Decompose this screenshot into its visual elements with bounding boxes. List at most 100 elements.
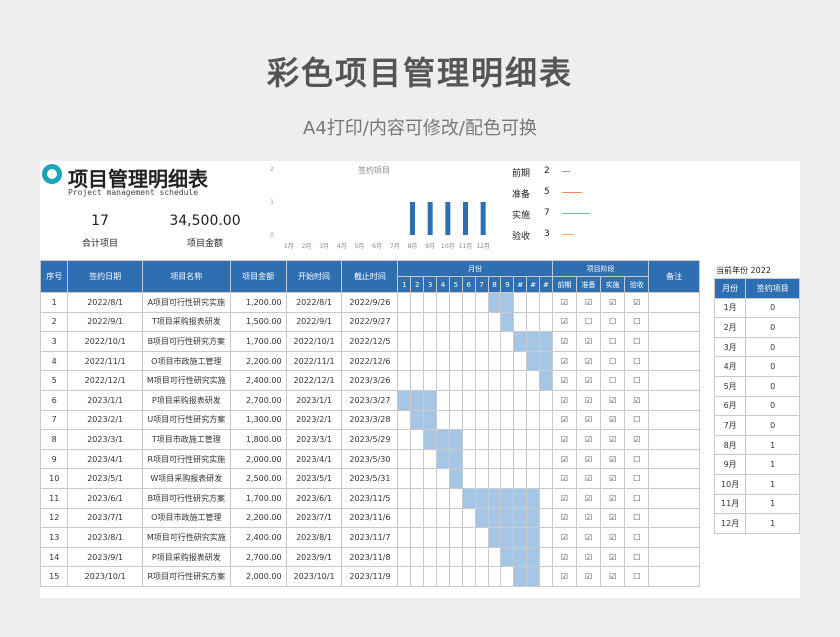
month-cell[interactable]	[513, 311, 528, 333]
unchecked-box-icon[interactable]: ☐	[600, 331, 626, 352]
side-month-cell[interactable]: 4月	[713, 356, 747, 377]
cell-project-name[interactable]: W项目采购报表研发	[141, 468, 231, 489]
month-cell[interactable]	[410, 350, 425, 372]
side-month-cell[interactable]: 6月	[713, 395, 747, 417]
cell-index[interactable]: 8	[40, 429, 69, 450]
month-cell[interactable]	[474, 389, 489, 411]
cell-amount[interactable]: 1,500.00	[229, 311, 287, 333]
checked-box-icon[interactable]: ☑	[551, 468, 578, 489]
cell-amount[interactable]: 2,400.00	[229, 527, 287, 548]
side-count-cell[interactable]: 1	[745, 513, 800, 534]
cell-project-name[interactable]: R项目可行性研究实施	[141, 448, 231, 470]
cell-end[interactable]: 2023/5/29	[341, 429, 399, 450]
month-cell[interactable]	[436, 527, 450, 548]
side-count-cell[interactable]: 0	[745, 415, 800, 436]
cell-amount[interactable]: 1,800.00	[229, 429, 287, 450]
cell-remark[interactable]	[648, 370, 700, 391]
month-cell[interactable]	[436, 292, 450, 313]
cell-remark[interactable]	[648, 292, 700, 313]
month-cell[interactable]	[513, 566, 528, 587]
month-cell[interactable]	[410, 389, 425, 411]
cell-project-name[interactable]: R项目可行性研究方案	[141, 566, 231, 587]
checked-box-icon[interactable]: ☑	[600, 389, 626, 411]
month-cell[interactable]	[474, 507, 489, 529]
cell-amount[interactable]: 2,000.00	[229, 448, 287, 470]
cell-remark[interactable]	[648, 507, 700, 529]
month-cell[interactable]	[448, 370, 463, 391]
side-count-cell[interactable]: 1	[745, 493, 800, 515]
month-cell[interactable]	[397, 448, 412, 470]
month-cell[interactable]	[448, 429, 463, 450]
cell-start[interactable]: 2023/4/1	[285, 448, 343, 470]
cell-index[interactable]: 4	[40, 350, 69, 372]
cell-sign-date[interactable]: 2023/10/1	[67, 566, 143, 587]
month-cell[interactable]	[487, 546, 502, 568]
month-cell[interactable]	[500, 448, 515, 470]
month-cell[interactable]	[436, 409, 450, 431]
month-cell[interactable]	[423, 448, 438, 470]
checked-box-icon[interactable]: ☑	[600, 566, 626, 587]
month-cell[interactable]	[487, 389, 502, 411]
month-cell[interactable]	[526, 468, 541, 489]
side-month-cell[interactable]: 9月	[713, 454, 747, 475]
cell-sign-date[interactable]: 2023/8/1	[67, 527, 143, 548]
cell-end[interactable]: 2023/11/5	[341, 487, 399, 509]
month-cell[interactable]	[448, 527, 463, 548]
cell-start[interactable]: 2022/12/1	[285, 370, 343, 391]
month-cell[interactable]	[526, 566, 541, 587]
checked-box-icon[interactable]: ☑	[575, 527, 602, 548]
month-cell[interactable]	[436, 429, 450, 450]
month-cell[interactable]	[539, 546, 553, 568]
side-count-cell[interactable]: 0	[745, 297, 800, 319]
cell-sign-date[interactable]: 2022/11/1	[67, 350, 143, 372]
checked-box-icon[interactable]: ☑	[551, 389, 578, 411]
month-cell[interactable]	[526, 409, 541, 431]
month-cell[interactable]	[526, 487, 541, 509]
month-cell[interactable]	[474, 546, 489, 568]
checked-box-icon[interactable]: ☑	[600, 468, 626, 489]
month-cell[interactable]	[448, 331, 463, 352]
unchecked-box-icon[interactable]: ☐	[624, 331, 650, 352]
cell-index[interactable]: 15	[40, 566, 69, 587]
month-cell[interactable]	[487, 331, 502, 352]
cell-end[interactable]: 2023/11/9	[341, 566, 399, 587]
month-cell[interactable]	[500, 429, 515, 450]
month-cell[interactable]	[539, 292, 553, 313]
unchecked-box-icon[interactable]: ☐	[575, 311, 602, 333]
cell-remark[interactable]	[648, 448, 700, 470]
checked-box-icon[interactable]: ☑	[551, 487, 578, 509]
checked-box-icon[interactable]: ☑	[600, 448, 626, 470]
cell-sign-date[interactable]: 2023/9/1	[67, 546, 143, 568]
month-cell[interactable]	[474, 409, 489, 431]
month-cell[interactable]	[397, 311, 412, 333]
month-cell[interactable]	[461, 292, 476, 313]
cell-amount[interactable]: 2,500.00	[229, 468, 287, 489]
month-cell[interactable]	[397, 566, 412, 587]
unchecked-box-icon[interactable]: ☐	[600, 370, 626, 391]
cell-project-name[interactable]: T项目采购报表研发	[141, 311, 231, 333]
cell-index[interactable]: 7	[40, 409, 69, 431]
month-cell[interactable]	[461, 409, 476, 431]
month-cell[interactable]	[397, 546, 412, 568]
checked-box-icon[interactable]: ☑	[551, 370, 578, 391]
cell-start[interactable]: 2023/10/1	[285, 566, 343, 587]
cell-start[interactable]: 2022/11/1	[285, 350, 343, 372]
cell-index[interactable]: 10	[40, 468, 69, 489]
month-cell[interactable]	[397, 331, 412, 352]
cell-amount[interactable]: 2,700.00	[229, 546, 287, 568]
month-cell[interactable]	[474, 429, 489, 450]
checked-box-icon[interactable]: ☑	[575, 448, 602, 470]
month-cell[interactable]	[397, 370, 412, 391]
cell-sign-date[interactable]: 2023/7/1	[67, 507, 143, 529]
month-cell[interactable]	[513, 429, 528, 450]
cell-start[interactable]: 2023/6/1	[285, 487, 343, 509]
month-cell[interactable]	[423, 546, 438, 568]
month-cell[interactable]	[539, 566, 553, 587]
month-cell[interactable]	[410, 409, 425, 431]
cell-sign-date[interactable]: 2023/5/1	[67, 468, 143, 489]
cell-start[interactable]: 2023/8/1	[285, 527, 343, 548]
month-cell[interactable]	[526, 527, 541, 548]
month-cell[interactable]	[474, 331, 489, 352]
checked-box-icon[interactable]: ☑	[551, 546, 578, 568]
month-cell[interactable]	[436, 487, 450, 509]
